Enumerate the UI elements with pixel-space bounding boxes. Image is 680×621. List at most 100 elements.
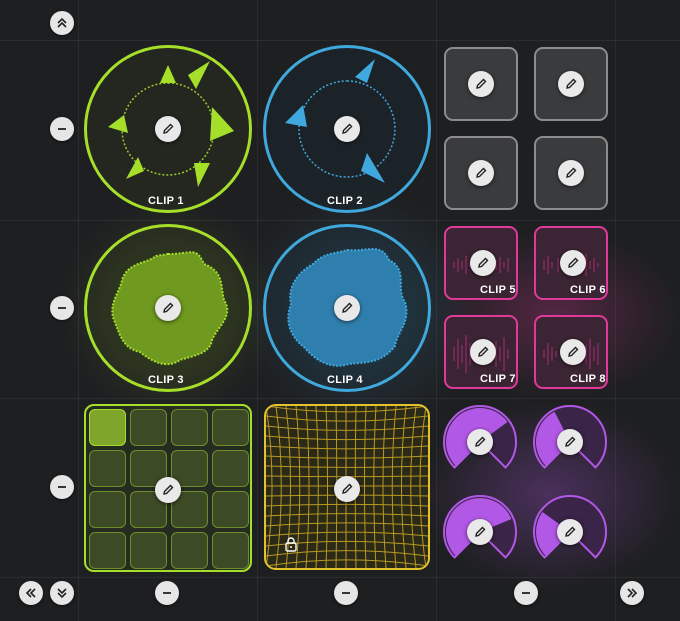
clip-4-edit-button[interactable] <box>334 295 360 321</box>
minus-icon <box>58 486 66 488</box>
clip-7-label: CLIP 7 <box>480 373 516 385</box>
drum-pad-grid[interactable] <box>84 404 252 572</box>
clip-6-edit-button[interactable] <box>560 250 586 276</box>
clip-4-slot[interactable]: CLIP 4 <box>263 224 431 392</box>
drum-pad-cell[interactable] <box>130 409 167 446</box>
pencil-icon <box>476 167 487 178</box>
drum-pad-cell[interactable] <box>89 450 126 487</box>
pencil-icon <box>565 526 576 537</box>
xy-pad-edit-button[interactable] <box>334 476 360 502</box>
clip-6-pad[interactable]: CLIP 6 <box>534 226 608 300</box>
collapse-down-button[interactable] <box>50 581 74 605</box>
clip-2-edit-button[interactable] <box>334 116 360 142</box>
minus-icon <box>342 592 350 594</box>
pencil-icon <box>163 484 174 495</box>
clip-8-pad[interactable]: CLIP 8 <box>534 315 608 389</box>
pencil-icon <box>565 436 576 447</box>
page-left-button[interactable] <box>19 581 43 605</box>
grid-line <box>0 577 680 578</box>
clip-7-edit-button[interactable] <box>470 339 496 365</box>
lock-icon[interactable] <box>283 536 299 552</box>
knob-area <box>440 402 612 574</box>
drum-pad-cell[interactable] <box>212 450 249 487</box>
xy-pad[interactable] <box>264 404 430 570</box>
pencil-icon <box>476 78 487 89</box>
drum-pad-cell[interactable] <box>89 409 126 446</box>
pad-grid-edit-button[interactable] <box>155 477 181 503</box>
clip-3-slot[interactable]: CLIP 3 <box>84 224 252 392</box>
pad-1-edit-button[interactable] <box>468 71 494 97</box>
drum-pad-cell[interactable] <box>171 409 208 446</box>
knob-edit-button[interactable] <box>557 519 583 545</box>
macro-knob[interactable] <box>440 492 520 572</box>
drum-pad-cell[interactable] <box>212 409 249 446</box>
chevrons-down-icon <box>57 588 67 599</box>
clip-4-label: CLIP 4 <box>327 374 363 386</box>
grid-line <box>0 40 680 41</box>
drum-pad-cell[interactable] <box>89 491 126 528</box>
chevrons-up-icon <box>57 17 67 28</box>
clip-8-edit-button[interactable] <box>560 339 586 365</box>
clip-3-edit-button[interactable] <box>155 295 181 321</box>
knob-edit-button[interactable] <box>467 519 493 545</box>
pencil-icon <box>163 123 174 134</box>
double-chevron-right-icon <box>627 588 638 598</box>
grid-line <box>436 0 437 621</box>
clip-1-label: CLIP 1 <box>148 195 184 207</box>
clip-7-pad[interactable]: CLIP 7 <box>444 315 518 389</box>
pad-2-edit-button[interactable] <box>558 71 584 97</box>
drum-pad-cell[interactable] <box>212 491 249 528</box>
pencil-icon <box>566 78 577 89</box>
pencil-icon <box>163 302 174 313</box>
grid-line <box>257 0 258 621</box>
pencil-icon <box>475 526 486 537</box>
pencil-icon <box>475 436 486 447</box>
clip-6-label: CLIP 6 <box>570 284 606 296</box>
remove-column-3-button[interactable] <box>514 581 538 605</box>
clip-1-edit-button[interactable] <box>155 116 181 142</box>
drum-pad-cell[interactable] <box>130 532 167 569</box>
pencil-icon <box>342 123 353 134</box>
page-right-button[interactable] <box>620 581 644 605</box>
pencil-icon <box>568 346 579 357</box>
clip-5-pad[interactable]: CLIP 5 <box>444 226 518 300</box>
clip-3-label: CLIP 3 <box>148 374 184 386</box>
knob-edit-button[interactable] <box>557 429 583 455</box>
macro-knob[interactable] <box>530 402 610 482</box>
grid-line <box>78 0 79 621</box>
drum-pad-cell[interactable] <box>212 532 249 569</box>
pencil-icon <box>342 483 353 494</box>
pencil-icon <box>342 302 353 313</box>
empty-pad-4[interactable] <box>534 136 608 210</box>
empty-pad-3[interactable] <box>444 136 518 210</box>
remove-row-3-button[interactable] <box>50 475 74 499</box>
clip-5-edit-button[interactable] <box>470 250 496 276</box>
clip-2-slot[interactable]: CLIP 2 <box>263 45 431 213</box>
clip-2-label: CLIP 2 <box>327 195 363 207</box>
drum-pad-cell[interactable] <box>89 532 126 569</box>
remove-row-2-button[interactable] <box>50 296 74 320</box>
clip-5-label: CLIP 5 <box>480 284 516 296</box>
macro-knob[interactable] <box>530 492 610 572</box>
empty-pad-2[interactable] <box>534 47 608 121</box>
remove-column-1-button[interactable] <box>155 581 179 605</box>
empty-pad-1[interactable] <box>444 47 518 121</box>
grid-line <box>0 398 680 399</box>
remove-column-2-button[interactable] <box>334 581 358 605</box>
minus-icon <box>58 128 66 130</box>
minus-icon <box>163 592 171 594</box>
pad-4-edit-button[interactable] <box>558 160 584 186</box>
grid-line <box>0 220 680 221</box>
minus-icon <box>522 592 530 594</box>
knob-edit-button[interactable] <box>467 429 493 455</box>
pencil-icon <box>478 257 489 268</box>
clip-8-label: CLIP 8 <box>570 373 606 385</box>
macro-knob[interactable] <box>440 402 520 482</box>
pencil-icon <box>568 257 579 268</box>
clip-1-slot[interactable]: CLIP 1 <box>84 45 252 213</box>
collapse-up-button[interactable] <box>50 11 74 35</box>
pad-3-edit-button[interactable] <box>468 160 494 186</box>
remove-row-1-button[interactable] <box>50 117 74 141</box>
drum-pad-cell[interactable] <box>171 532 208 569</box>
double-chevron-left-icon <box>25 588 36 598</box>
